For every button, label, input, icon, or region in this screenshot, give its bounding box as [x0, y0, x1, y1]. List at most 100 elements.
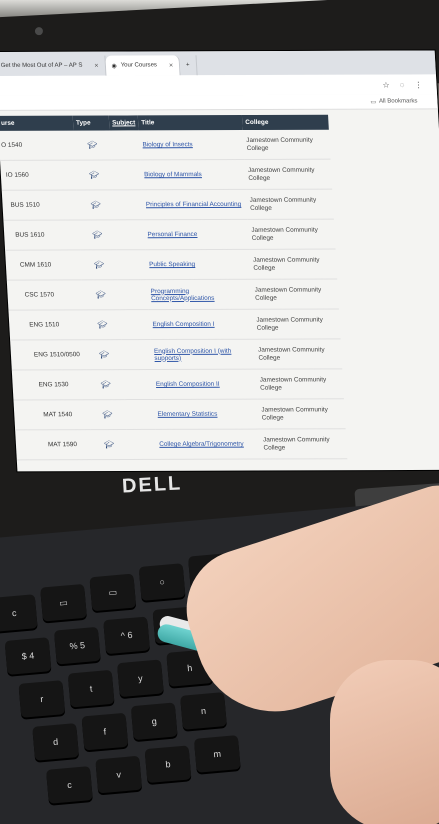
college-cell: Jamestown Community College	[242, 129, 331, 160]
courses-table: urse Type Subject Title College O 1540 🎓︎…	[0, 114, 348, 461]
college-cell: Jamestown Community College	[247, 219, 336, 250]
course-title-link[interactable]: English Composition II	[156, 381, 220, 388]
header-type[interactable]: Type	[73, 116, 110, 131]
course-code: MAT 1540	[13, 399, 91, 430]
table-row: O 1540 🎓︎ Biology of Insects Jamestown Comm…	[0, 129, 331, 161]
graduation-cap-icon: 🎓︎	[80, 249, 118, 280]
tab-ap[interactable]: Get the Most Out of AP – AP S ×	[0, 55, 107, 76]
subject-cell	[126, 429, 158, 460]
subject-cell	[109, 130, 141, 160]
college-cell: Jamestown Community College	[259, 428, 348, 460]
key[interactable]: f	[81, 712, 129, 751]
college-cell: Jamestown Community College	[244, 159, 333, 190]
subject-cell	[111, 159, 143, 190]
table-row: MAT 1540 🎓︎ Elementary Statistics Jamestown…	[13, 398, 346, 430]
course-code: CSC 1570	[6, 279, 84, 311]
courses-table-container: urse Type Subject Title College O 1540 🎓︎…	[0, 114, 352, 461]
key[interactable]: g	[130, 702, 178, 741]
table-row: ENG 1510/0500 🎓︎ English Composition I (wi…	[10, 338, 343, 371]
subject-cell	[112, 189, 144, 220]
key[interactable]: n	[180, 692, 227, 730]
header-title[interactable]: Title	[138, 115, 243, 130]
course-title-cell: Personal Finance	[143, 219, 250, 250]
key[interactable]: v	[95, 755, 143, 794]
graduation-cap-icon: 🎓︎	[86, 369, 125, 400]
course-title-cell: Programming Concepts/Applications	[147, 279, 253, 310]
header-course[interactable]: urse	[0, 116, 74, 131]
subject-cell	[124, 399, 156, 430]
course-code: CMM 1610	[5, 249, 82, 281]
course-code: BUS 1610	[3, 219, 81, 251]
hand-lower	[330, 660, 439, 824]
key[interactable]: % 5	[53, 626, 101, 665]
key[interactable]: c	[0, 594, 38, 632]
college-cell: Jamestown Community College	[252, 308, 341, 340]
subject-cell	[114, 219, 146, 250]
course-title-cell: Public Speaking	[145, 249, 252, 280]
course-title-cell: College Algebra/Trigonometry	[155, 429, 262, 460]
key[interactable]: ▭	[89, 573, 137, 612]
college-cell: Jamestown Community College	[254, 338, 343, 370]
key[interactable]: m	[193, 735, 241, 773]
key[interactable]: b	[144, 745, 192, 784]
extensions-icon[interactable]: ◌	[399, 80, 404, 89]
key[interactable]: r	[18, 680, 66, 718]
key[interactable]: ^ 6	[103, 616, 150, 655]
key[interactable]: $ 4	[4, 637, 52, 675]
key[interactable]: d	[32, 723, 80, 761]
close-icon[interactable]: ×	[94, 62, 98, 69]
course-code: MAT 1590	[15, 429, 92, 460]
table-row: ENG 1530 🎓︎ English Composition II Jamestow…	[11, 368, 344, 400]
course-title-link[interactable]: College Algebra/Trigonometry	[159, 441, 244, 448]
key[interactable]: c	[46, 766, 93, 804]
course-title-link[interactable]: Elementary Statistics	[157, 411, 217, 418]
course-title-cell: Principles of Financial Accounting	[142, 189, 248, 220]
table-row: BUS 1610 🎓︎ Personal Finance Jamestown Comm…	[3, 219, 336, 251]
college-cell: Jamestown Community College	[251, 278, 339, 310]
course-title-link[interactable]: English Composition I	[152, 321, 214, 328]
key[interactable]: ○	[138, 563, 186, 601]
table-row: MAT 1590 🎓︎ College Algebra/Trigonometry Ja…	[15, 428, 348, 460]
graduation-cap-icon: 🎓︎	[88, 399, 127, 430]
course-code: ENG 1530	[11, 369, 89, 400]
close-icon[interactable]: ×	[169, 62, 173, 69]
course-title-link[interactable]: Biology of Mammals	[144, 171, 202, 178]
menu-icon[interactable]: ⋮	[414, 80, 423, 89]
course-title-link[interactable]: English Composition I (with supports)	[154, 347, 232, 361]
key[interactable]: y	[117, 659, 164, 698]
photo-scene: Get the Most Out of AP – AP S × ◉ Your C…	[0, 0, 439, 824]
course-title-cell: Biology of Insects	[138, 130, 245, 160]
table-header-row: urse Type Subject Title College	[0, 114, 329, 131]
course-code: O 1540	[0, 130, 76, 161]
course-title-link[interactable]: Programming Concepts/Applications	[150, 287, 214, 301]
subject-cell	[121, 339, 153, 370]
header-college[interactable]: College	[242, 115, 329, 130]
webcam	[34, 26, 44, 36]
graduation-cap-icon: 🎓︎	[85, 339, 123, 370]
graduation-cap-icon: 🎓︎	[90, 429, 128, 460]
graduation-cap-icon: 🎓︎	[78, 219, 117, 250]
all-bookmarks-link[interactable]: All Bookmarks	[379, 98, 418, 104]
browser-tab-bar: Get the Most Out of AP – AP S × ◉ Your C…	[0, 50, 436, 76]
college-cell: Jamestown Community College	[249, 249, 338, 280]
course-title-link[interactable]: Personal Finance	[147, 231, 197, 238]
college-cell: Jamestown Community College	[257, 398, 346, 430]
graduation-cap-icon: 🎓︎	[73, 130, 112, 161]
star-icon[interactable]: ☆	[382, 80, 390, 89]
new-tab-button[interactable]: +	[179, 55, 198, 76]
course-title-link[interactable]: Public Speaking	[149, 261, 195, 268]
header-subject[interactable]: Subject	[109, 115, 139, 130]
table-row: CMM 1610 🎓︎ Public Speaking Jamestown Commu…	[5, 249, 338, 281]
tab-your-courses-label: Your Courses	[120, 62, 158, 69]
key[interactable]: ▭	[40, 583, 87, 622]
subject-cell	[122, 369, 154, 400]
course-title-link[interactable]: Biology of Insects	[142, 141, 193, 148]
subject-cell	[117, 279, 149, 310]
course-title-link[interactable]: Principles of Financial Accounting	[146, 201, 242, 208]
globe-icon: ◉	[111, 63, 117, 70]
graduation-cap-icon: 🎓︎	[76, 189, 115, 220]
course-code: ENG 1510/0500	[10, 339, 87, 371]
table-row: BUS 1510 🎓︎ Principles of Financial Accoun…	[1, 189, 334, 221]
key[interactable]: t	[67, 669, 115, 708]
tab-your-courses[interactable]: ◉ Your Courses ×	[104, 55, 181, 76]
